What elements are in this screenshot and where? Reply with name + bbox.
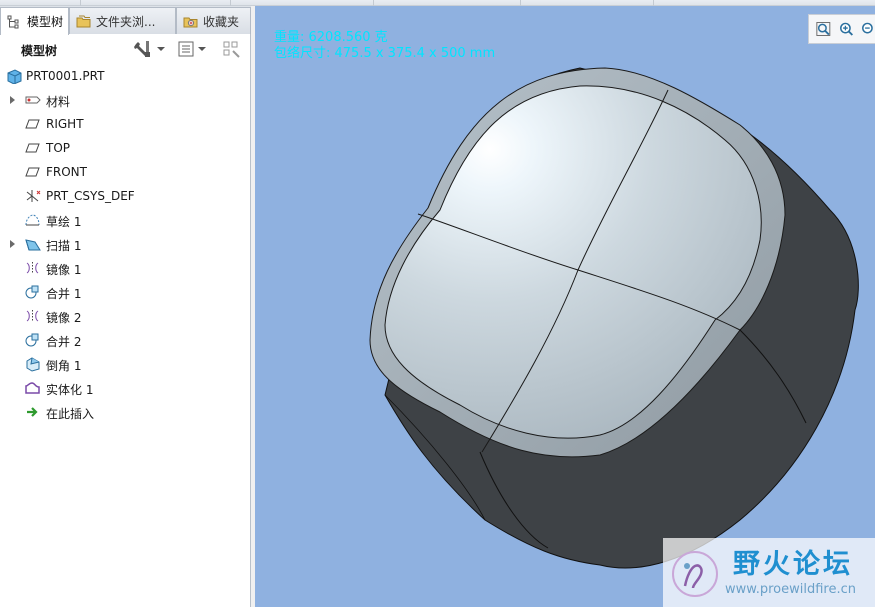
tab-label: 收藏夹	[203, 14, 240, 29]
tree-item-label: 合并 2	[46, 335, 82, 349]
chevron-down-icon	[157, 47, 165, 51]
tree-item-label: PRT_CSYS_DEF	[46, 189, 135, 203]
navigator-tabs: 模型树 文件夹浏... 收藏夹	[0, 6, 251, 35]
tree-item-label: FRONT	[46, 165, 87, 179]
tree-icon	[7, 15, 19, 29]
sweep-icon	[25, 239, 41, 251]
filter-icon	[223, 41, 240, 58]
watermark-title: 野火论坛	[733, 549, 853, 580]
part-icon	[7, 69, 22, 84]
model-tree: PRT0001.PRT 材料 RIGHT TOP FRONT PRT_CSYS_…	[0, 64, 250, 424]
tree-item-front[interactable]: FRONT	[0, 160, 250, 184]
tree-item-label: 倒角 1	[46, 359, 82, 373]
sketch-icon	[25, 214, 40, 226]
tree-item-solidify-1[interactable]: 实体化 1	[0, 376, 250, 400]
tab-model-tree[interactable]: 模型树	[0, 7, 69, 35]
zoom-in-icon[interactable]	[838, 20, 855, 38]
tree-filter-button[interactable]	[222, 40, 242, 58]
merge-icon	[25, 285, 39, 299]
tree-item-csys[interactable]: PRT_CSYS_DEF	[0, 184, 250, 208]
datum-plane-icon	[25, 119, 40, 129]
datum-plane-icon	[25, 167, 40, 177]
tree-item-label: 草绘 1	[46, 215, 82, 229]
watermark: 野火论坛 www.proewildfire.cn	[663, 538, 875, 607]
watermark-url: www.proewildfire.cn	[725, 582, 856, 597]
tab-favorites[interactable]: 收藏夹	[176, 7, 251, 34]
mirror-icon	[26, 262, 39, 274]
refit-icon[interactable]	[815, 20, 832, 38]
tree-item-merge-2[interactable]: 合并 2	[0, 328, 250, 352]
expand-arrow-icon[interactable]	[10, 96, 15, 104]
favorites-icon	[183, 17, 198, 27]
tree-item-label: 在此插入	[46, 407, 95, 421]
csys-icon	[26, 190, 41, 202]
mirror-icon	[26, 310, 39, 322]
tree-item-merge-1[interactable]: 合并 1	[0, 280, 250, 304]
tree-item-label: 实体化 1	[46, 383, 94, 397]
tab-folder-browser[interactable]: 文件夹浏...	[69, 7, 176, 34]
model-tree-toolbar: 模型树	[0, 35, 251, 63]
tree-item-sketch-1[interactable]: 草绘 1	[0, 208, 250, 232]
tree-item-label: RIGHT	[46, 117, 84, 131]
solidify-icon	[25, 382, 40, 394]
list-icon	[178, 41, 194, 57]
datum-plane-icon	[25, 143, 40, 153]
folder-icon	[76, 15, 91, 27]
insert-here-icon	[27, 407, 38, 417]
view-toolbar	[808, 14, 875, 44]
model-tree-title: 模型树	[21, 44, 58, 58]
tree-item-material[interactable]: 材料	[0, 88, 250, 112]
tree-item-label: TOP	[46, 141, 71, 155]
graphics-viewport[interactable]: 重量: 6208.560 克 包络尺寸: 475.5 x 375.4 x 500…	[255, 6, 875, 607]
material-icon	[25, 96, 41, 104]
tree-item-label: 镜像 1	[46, 263, 82, 277]
chevron-down-icon	[198, 47, 206, 51]
tree-item-mirror-2[interactable]: 镜像 2	[0, 304, 250, 328]
tree-item-sweep-1[interactable]: 扫描 1	[0, 232, 250, 256]
zoom-out-icon[interactable]	[860, 20, 875, 38]
tree-item-label: 材料	[46, 95, 71, 109]
tree-item-chamfer-1[interactable]: 倒角 1	[0, 352, 250, 376]
tree-item-mirror-1[interactable]: 镜像 1	[0, 256, 250, 280]
tree-item-right[interactable]: RIGHT	[0, 112, 250, 136]
forum-logo-icon	[672, 551, 718, 597]
tree-show-button[interactable]	[177, 40, 206, 58]
tree-item-root[interactable]: PRT0001.PRT	[0, 64, 250, 88]
tree-item-label: 扫描 1	[46, 239, 82, 253]
envelope-size-readout: 包络尺寸: 475.5 x 375.4 x 500 mm	[274, 46, 496, 61]
tools-icon	[134, 41, 150, 57]
tab-label: 文件夹浏...	[96, 14, 156, 29]
tree-item-label: PRT0001.PRT	[26, 69, 105, 83]
tab-label: 模型树	[27, 15, 64, 29]
model-tree-panel: 模型树 文件夹浏... 收藏夹 模型树 PRT0001.PRT 材料 RIGHT…	[0, 6, 251, 607]
chamfer-icon	[26, 357, 40, 372]
merge-icon	[25, 333, 39, 347]
tree-item-label: 合并 1	[46, 287, 82, 301]
expand-arrow-icon[interactable]	[10, 240, 15, 248]
tree-settings-button[interactable]	[134, 40, 165, 58]
tree-item-top[interactable]: TOP	[0, 136, 250, 160]
tree-item-label: 镜像 2	[46, 311, 82, 325]
3d-model[interactable]	[255, 6, 875, 607]
tree-item-insert-here[interactable]: 在此插入	[0, 400, 250, 424]
